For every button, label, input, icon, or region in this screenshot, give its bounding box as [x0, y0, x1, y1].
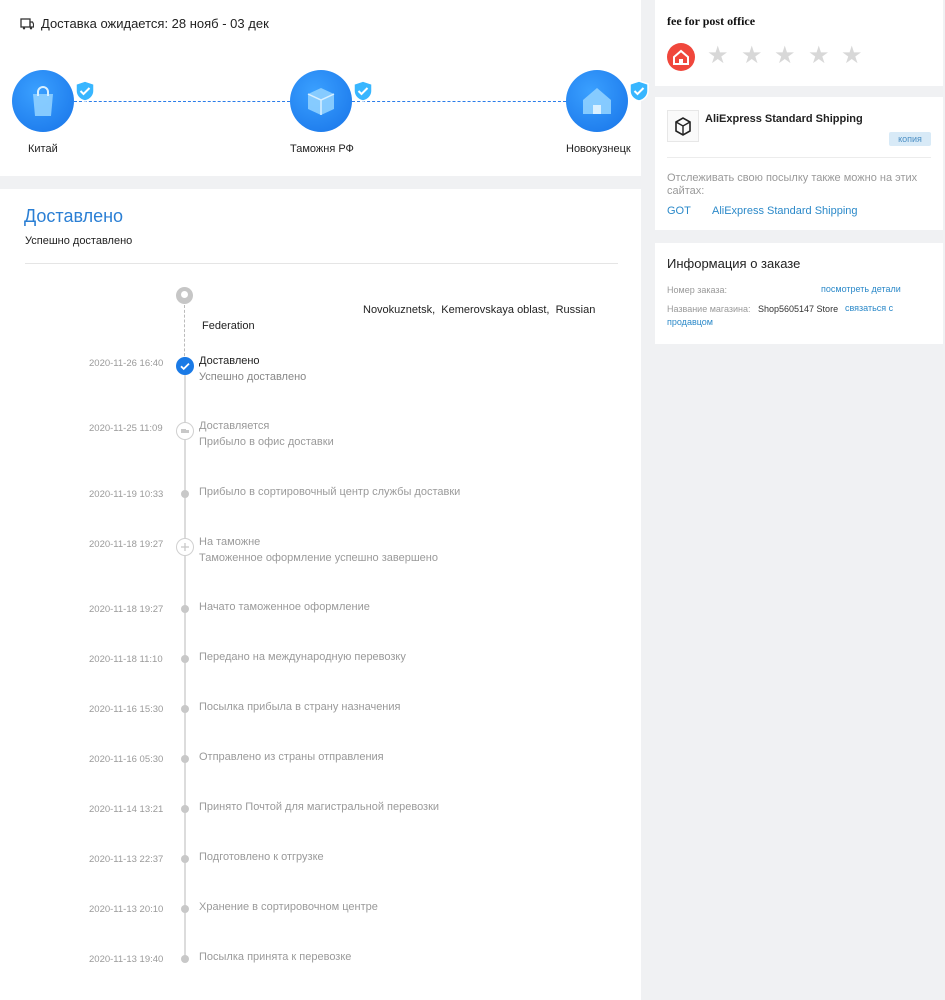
- event-title: Передано на международную перевозку: [199, 651, 406, 663]
- rating-title: fee for post office: [667, 14, 756, 28]
- delivery-address: Novokuznetsk, Kemerovskaya oblast, Russi…: [363, 304, 596, 316]
- star-icon[interactable]: ★: [741, 44, 763, 68]
- star-icon[interactable]: ★: [808, 44, 830, 68]
- check-icon: [176, 357, 194, 375]
- tracking-link-got[interactable]: GOT: [667, 205, 691, 217]
- shopping-bag-icon: [33, 86, 53, 116]
- event-title: Посылка принята к перевозке: [199, 951, 352, 963]
- event-time: 2020-11-19 10:33: [89, 489, 164, 500]
- customs-icon: [176, 538, 194, 556]
- delivery-eta-text: Доставка ожидается: 28 нояб - 03 дек: [41, 16, 269, 31]
- box-icon: [667, 110, 699, 142]
- event-time: 2020-11-18 11:10: [89, 654, 163, 665]
- event-title: Начато таможенное оформление: [199, 601, 370, 613]
- timeline-dot: [181, 955, 189, 963]
- order-info-card: Информация о заказе Номер заказа: посмот…: [655, 243, 943, 344]
- event-time: 2020-11-25 11:09: [89, 423, 163, 434]
- timeline-dot: [181, 805, 189, 813]
- tracking-link-aliexpress[interactable]: AliExpress Standard Shipping: [712, 205, 858, 217]
- route-label-origin: Китай: [28, 143, 58, 155]
- event-title: Доставляется: [199, 420, 270, 432]
- contact-seller-link-cont[interactable]: продавцом: [667, 317, 713, 327]
- event-title: Прибыло в сортировочный центр службы дос…: [199, 486, 461, 498]
- timeline-line: [184, 367, 186, 959]
- copy-button[interactable]: копия: [889, 132, 931, 146]
- order-number-label: Номер заказа:: [667, 285, 728, 295]
- route-node-destination: [566, 70, 649, 132]
- event-time: 2020-11-13 19:40: [89, 954, 164, 965]
- rating-card: fee for post office ★ ★ ★ ★ ★: [655, 0, 943, 86]
- event-title: Отправлено из страны отправления: [199, 751, 384, 763]
- delivery-eta: Доставка ожидается: 28 нояб - 03 дек: [20, 16, 269, 31]
- event-subtitle: Таможенное оформление успешно завершено: [199, 552, 438, 564]
- event-time: 2020-11-16 15:30: [89, 704, 164, 715]
- timeline-dot: [181, 655, 189, 663]
- delivery-progress-card: Доставка ожидается: 28 нояб - 03 дек Кит…: [0, 0, 649, 176]
- delivery-truck-icon: [176, 422, 194, 440]
- divider: [25, 263, 618, 264]
- tracking-card: Доставлено Успешно доставлено Novokuznet…: [0, 189, 641, 1000]
- event-title: Доставлено: [199, 355, 260, 367]
- star-icon[interactable]: ★: [707, 44, 729, 68]
- event-title: Принято Почтой для магистральной перевоз…: [199, 801, 440, 813]
- event-time: 2020-11-16 05:30: [89, 754, 164, 765]
- timeline-dot: [181, 705, 189, 713]
- event-time: 2020-11-14 13:21: [89, 804, 164, 815]
- route-node-origin: [12, 70, 95, 132]
- timeline-dot: [181, 855, 189, 863]
- route-label-customs: Таможня РФ: [290, 143, 354, 155]
- tracking-note: Отслеживать свою посылку также можно на …: [667, 172, 918, 197]
- event-title: На таможне: [199, 536, 261, 548]
- event-title: Подготовлено к отгрузке: [199, 851, 324, 863]
- star-icon[interactable]: ★: [774, 44, 796, 68]
- shipping-method-name: AliExpress Standard Shipping: [705, 113, 863, 125]
- shipping-method-card: AliExpress Standard Shipping копия Отсле…: [655, 97, 943, 230]
- delivery-status-title: Доставлено: [24, 206, 124, 226]
- shield-check-icon: [60, 66, 95, 102]
- timeline-dot: [181, 905, 189, 913]
- contact-seller-link[interactable]: связаться с: [845, 303, 893, 313]
- shield-check-icon: [614, 66, 649, 102]
- truck-icon: [20, 17, 35, 30]
- timeline-dot: [181, 605, 189, 613]
- route-label-destination: Новокузнецк: [566, 143, 631, 155]
- event-time: 2020-11-18 19:27: [89, 604, 164, 615]
- store-name[interactable]: Shop5605147 Store: [758, 304, 838, 314]
- event-title: Хранение в сортировочном центре: [199, 901, 378, 913]
- delivery-status-subtitle: Успешно доставлено: [25, 235, 133, 247]
- delivery-address-cont: Federation: [202, 320, 255, 332]
- event-time: 2020-11-26 16:40: [89, 358, 164, 369]
- store-name-label: Название магазина:: [667, 304, 751, 314]
- route-node-customs: [290, 70, 373, 132]
- event-time: 2020-11-18 19:27: [89, 539, 164, 550]
- store-icon: [667, 43, 695, 71]
- timeline-dot: [181, 755, 189, 763]
- view-details-link[interactable]: посмотреть детали: [821, 284, 901, 294]
- order-info-title: Информация о заказе: [667, 256, 801, 271]
- route-segment: [74, 101, 290, 102]
- event-title: Посылка прибыла в страну назначения: [199, 701, 401, 713]
- event-time: 2020-11-13 22:37: [89, 854, 164, 865]
- divider: [667, 157, 931, 158]
- timeline-connector: [184, 305, 185, 361]
- house-icon: [583, 88, 611, 114]
- shield-check-icon: [338, 66, 373, 102]
- event-subtitle: Успешно доставлено: [199, 371, 307, 383]
- event-time: 2020-11-13 20:10: [89, 904, 164, 915]
- timeline-dot: [181, 490, 189, 498]
- location-pin-icon: [176, 287, 193, 304]
- package-icon: [307, 88, 335, 115]
- star-icon[interactable]: ★: [841, 44, 863, 68]
- event-subtitle: Прибыло в офис доставки: [199, 436, 334, 448]
- route-segment: [352, 101, 566, 102]
